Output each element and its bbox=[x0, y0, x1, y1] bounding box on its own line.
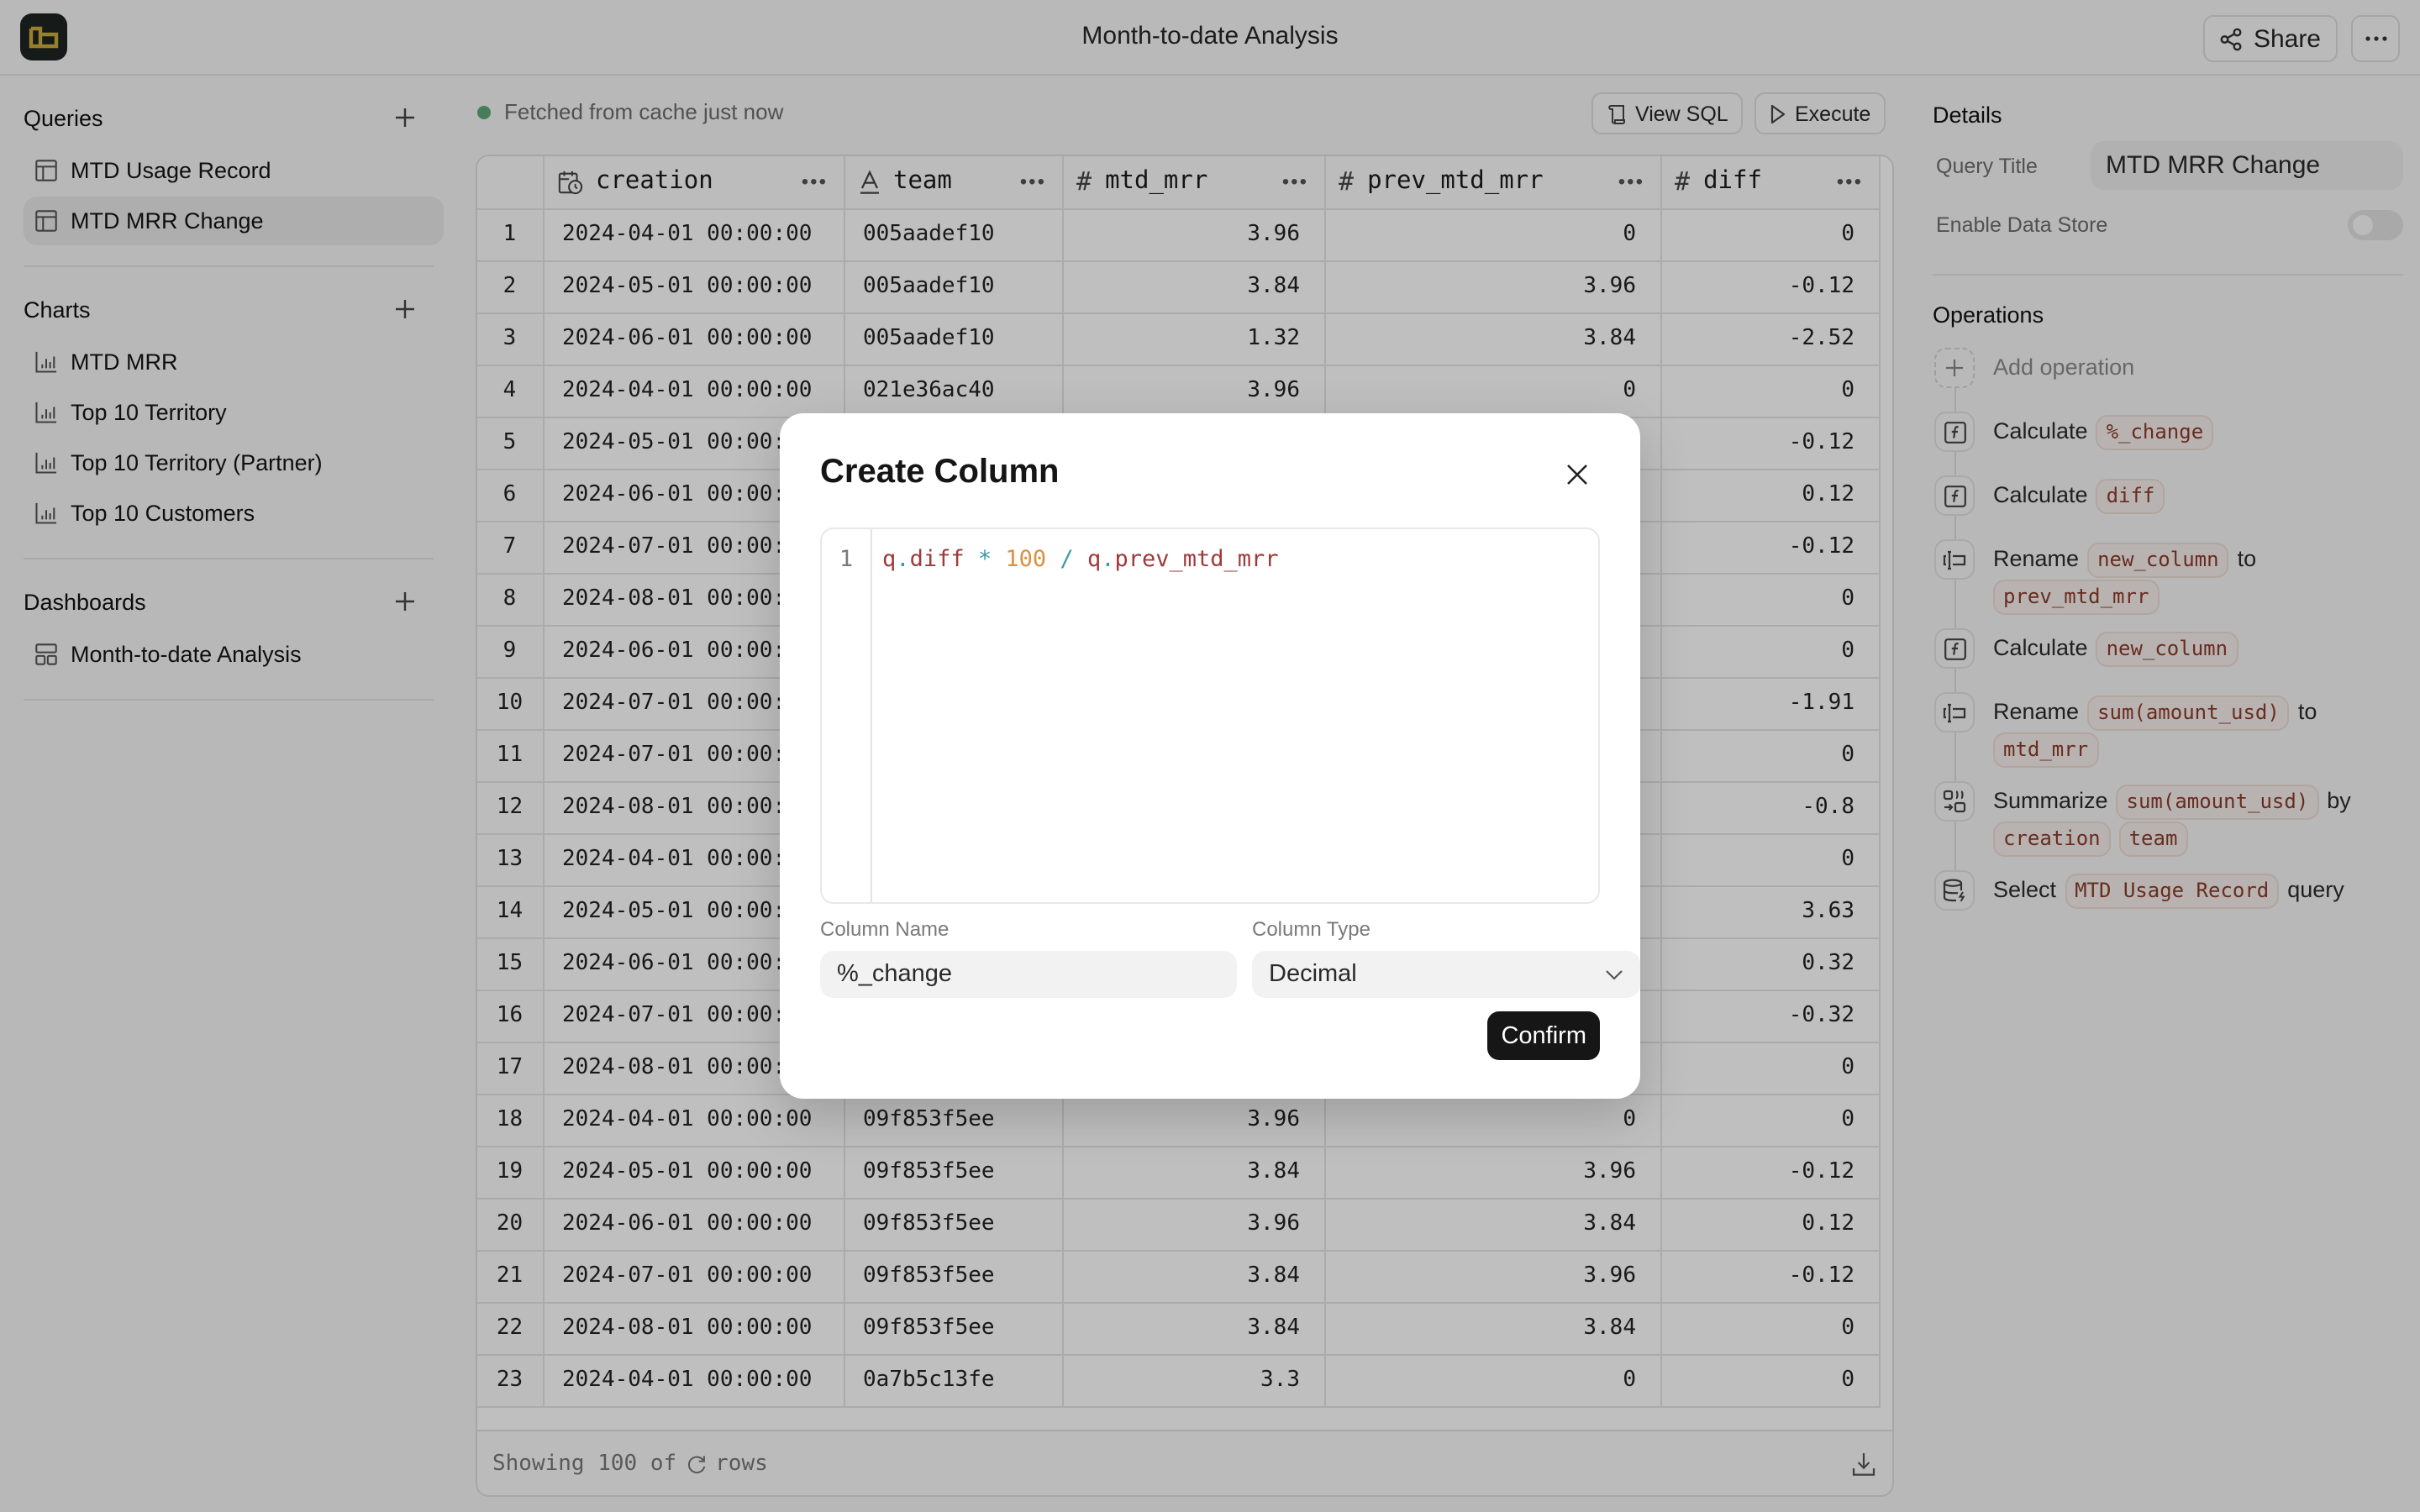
close-icon bbox=[1566, 464, 1586, 484]
code-token: prev_mtd_mrr bbox=[1114, 546, 1279, 573]
code-token: diff bbox=[909, 546, 965, 573]
chevron-down-icon bbox=[1606, 969, 1623, 979]
code-token: q bbox=[1086, 546, 1102, 573]
code-token: . bbox=[1101, 546, 1115, 573]
editor-gutter bbox=[822, 529, 872, 902]
code-token: . bbox=[896, 546, 910, 573]
column-name-label: Column Name bbox=[820, 917, 950, 941]
column-type-label: Column Type bbox=[1252, 917, 1370, 941]
app-window: Month-to-date Analysis Share Queries MTD… bbox=[0, 0, 2420, 1512]
code-token: q bbox=[882, 546, 897, 573]
column-type-select[interactable]: Decimal bbox=[1252, 951, 1640, 998]
code-token: * bbox=[964, 546, 1006, 573]
column-type-value: Decimal bbox=[1269, 961, 1357, 988]
close-button[interactable] bbox=[1563, 460, 1590, 487]
dialog-title: Create Column bbox=[820, 454, 1060, 491]
formula-editor[interactable]: 1 q.diff * 100 / q.prev_mtd_mrr bbox=[820, 528, 1600, 904]
line-number: 1 bbox=[839, 546, 854, 573]
code-token: / bbox=[1046, 546, 1087, 573]
code-token: 100 bbox=[1005, 546, 1047, 573]
confirm-button[interactable]: Confirm bbox=[1487, 1011, 1600, 1060]
formula-code[interactable]: q.diff * 100 / q.prev_mtd_mrr bbox=[882, 546, 1279, 573]
create-column-dialog: Create Column 1 q.diff * 100 / q.prev_mt… bbox=[780, 413, 1640, 1099]
column-name-input[interactable]: %_change bbox=[820, 951, 1237, 998]
